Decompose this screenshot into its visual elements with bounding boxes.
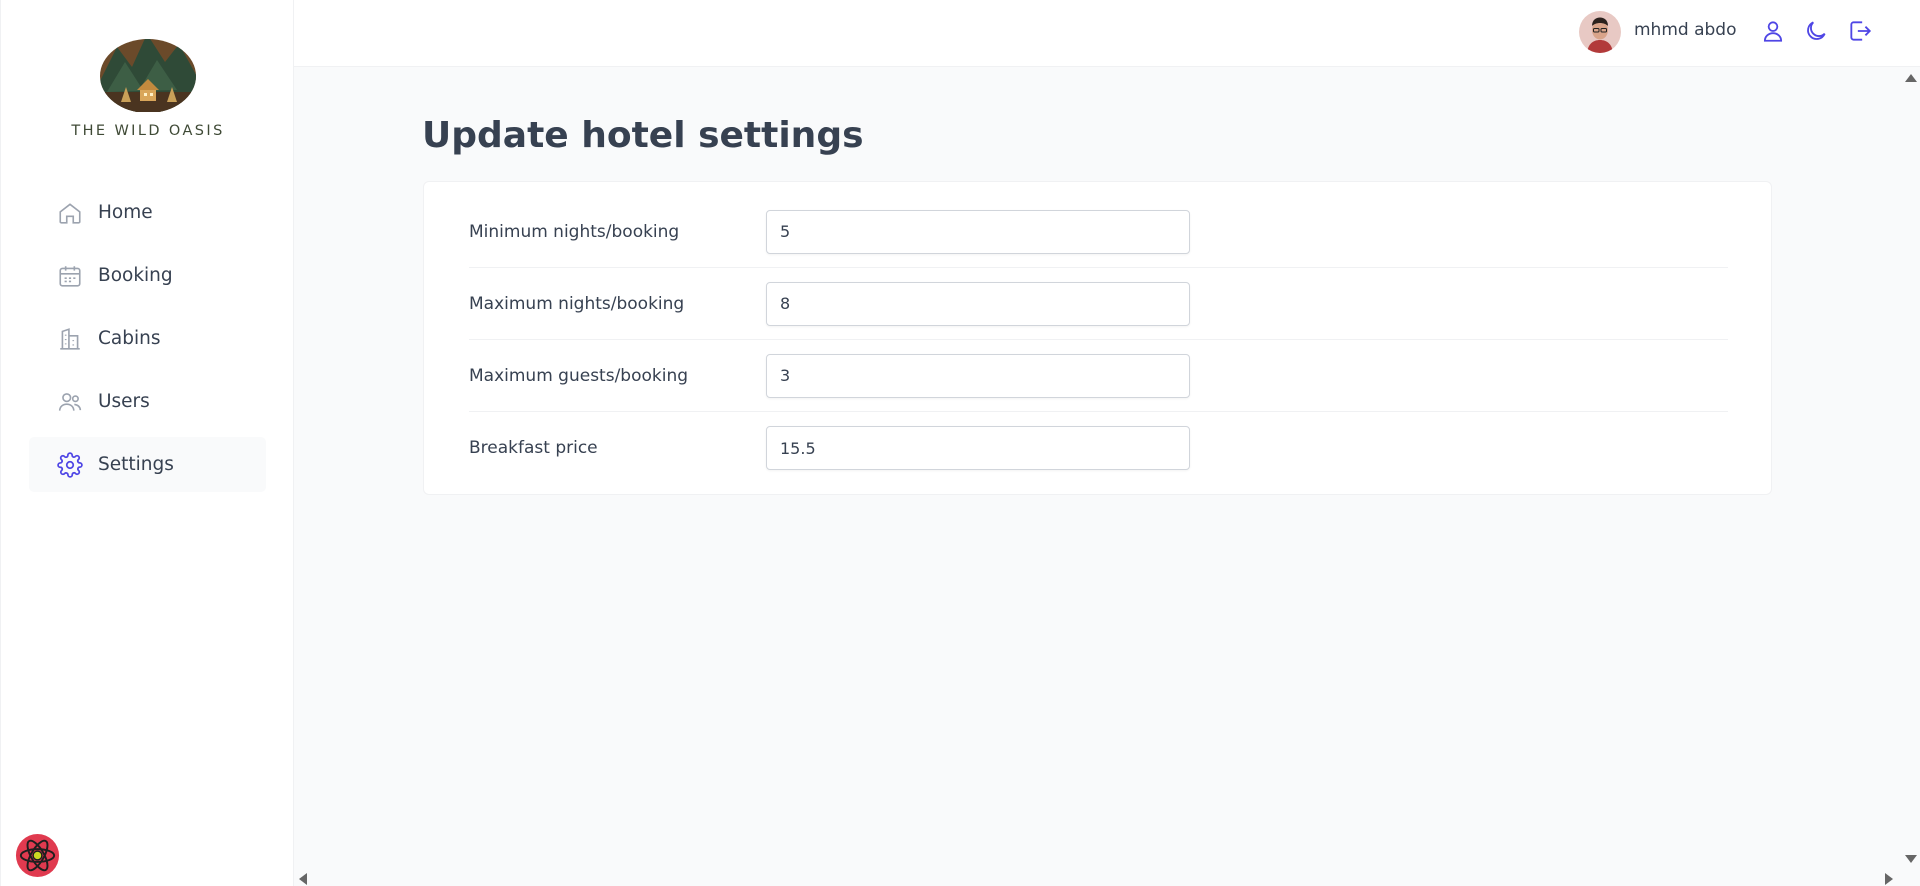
logout-icon[interactable] [1847, 18, 1873, 44]
sidebar-item-settings[interactable]: Settings [29, 437, 266, 492]
scroll-down-arrow[interactable] [1905, 855, 1917, 863]
form-row-max-nights: Maximum nights/booking [469, 268, 1728, 340]
brand-name: THE WILD OASIS [71, 123, 225, 139]
form-row-breakfast-price: Breakfast price [469, 412, 1728, 484]
user-icon[interactable] [1760, 18, 1786, 44]
sidebar-item-cabins[interactable]: Cabins [29, 311, 266, 366]
min-nights-input[interactable] [766, 209, 1190, 254]
max-nights-input[interactable] [766, 281, 1190, 326]
form-row-max-guests: Maximum guests/booking [469, 340, 1728, 412]
building-icon [57, 326, 83, 352]
moon-icon[interactable] [1803, 18, 1829, 44]
page-title: Update hotel settings [422, 115, 864, 156]
sidebar-item-label: Users [98, 391, 150, 412]
users-icon [57, 389, 83, 415]
min-nights-label: Minimum nights/booking [469, 221, 680, 242]
max-nights-label: Maximum nights/booking [469, 293, 685, 314]
react-devtools-icon[interactable] [14, 832, 61, 879]
sidebar-item-label: Home [98, 202, 153, 223]
breakfast-price-label: Breakfast price [469, 438, 598, 458]
sidebar-item-label: Cabins [98, 328, 161, 349]
gear-icon [57, 451, 83, 478]
user-name: mhmd abdo [1634, 20, 1737, 40]
scroll-left-arrow[interactable] [299, 873, 307, 885]
sidebar-item-label: Booking [98, 265, 173, 286]
sidebar-item-users[interactable]: Users [29, 374, 266, 429]
logo [97, 32, 199, 113]
sidebar-item-booking[interactable]: Booking [29, 248, 266, 303]
sidebar: THE WILD OASIS Home Booking Cabins Users [0, 0, 294, 886]
home-icon [57, 200, 83, 226]
sidebar-item-home[interactable]: Home [29, 185, 266, 240]
avatar [1579, 11, 1621, 53]
scroll-right-arrow[interactable] [1885, 873, 1893, 885]
scroll-up-arrow[interactable] [1905, 74, 1917, 82]
max-guests-label: Maximum guests/booking [469, 365, 689, 386]
settings-form: Minimum nights/booking Maximum nights/bo… [423, 181, 1772, 495]
max-guests-input[interactable] [766, 353, 1190, 398]
main-content: Update hotel settings Minimum nights/boo… [294, 67, 1902, 886]
sidebar-nav: Home Booking Cabins Users Settings [29, 185, 266, 500]
breakfast-price-input[interactable] [766, 426, 1190, 470]
calendar-icon [57, 263, 83, 289]
form-row-min-nights: Minimum nights/booking [469, 196, 1728, 268]
sidebar-item-label: Settings [98, 454, 174, 475]
top-bar: mhmd abdo [294, 0, 1920, 67]
